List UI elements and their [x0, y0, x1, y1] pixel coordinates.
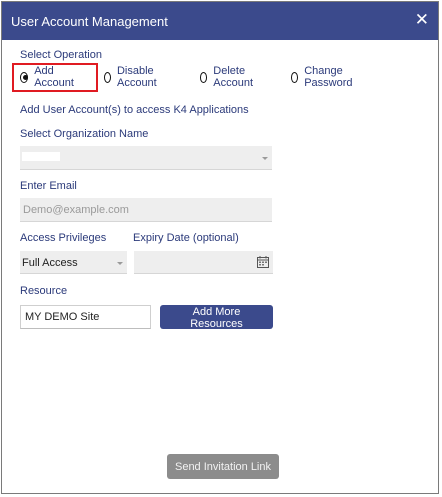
radio-label: Change Password	[304, 65, 353, 89]
dialog-titlebar: User Account Management ✕	[2, 2, 438, 40]
radio-label: Delete Account	[213, 65, 254, 89]
access-value: Full Access	[22, 257, 78, 269]
expiry-date-label: Expiry Date (optional)	[133, 232, 239, 244]
select-operation-label: Select Operation	[20, 49, 102, 61]
email-label: Enter Email	[20, 180, 77, 192]
user-account-dialog: User Account Management ✕ Select Operati…	[1, 1, 439, 494]
access-privileges-select[interactable]: Full Access	[20, 251, 127, 274]
radio-circle-icon	[20, 71, 29, 83]
expiry-date-field[interactable]	[134, 251, 273, 274]
chevron-down-icon	[117, 262, 123, 265]
calendar-icon[interactable]	[257, 256, 269, 268]
chevron-down-icon	[262, 157, 268, 160]
send-invitation-button[interactable]: Send Invitation Link	[167, 454, 279, 479]
access-privileges-label: Access Privileges	[20, 232, 107, 244]
radio-label: Add Account	[34, 65, 74, 89]
organization-label: Select Organization Name	[20, 128, 149, 140]
radio-change-password[interactable]: Change Password	[291, 65, 356, 89]
email-input[interactable]	[20, 198, 272, 221]
radio-add-account[interactable]: Add Account	[20, 65, 77, 89]
resource-input[interactable]	[21, 306, 150, 328]
radio-label: Disable Account	[116, 65, 157, 89]
radio-delete-account[interactable]: Delete Account	[200, 65, 257, 89]
radio-circle-icon	[200, 71, 208, 83]
add-more-resources-button[interactable]: Add More Resources	[160, 305, 273, 330]
dialog-title: User Account Management	[11, 14, 168, 29]
email-field[interactable]	[20, 198, 272, 222]
resource-label: Resource	[20, 285, 68, 297]
organization-redaction	[22, 152, 60, 161]
radio-circle-icon	[291, 71, 299, 83]
description-text: Add User Account(s) to access K4 Applica…	[20, 104, 249, 116]
close-icon[interactable]: ✕	[415, 11, 429, 29]
resource-field[interactable]	[20, 305, 151, 329]
radio-circle-icon	[104, 71, 111, 83]
radio-disable-account[interactable]: Disable Account	[104, 65, 161, 89]
